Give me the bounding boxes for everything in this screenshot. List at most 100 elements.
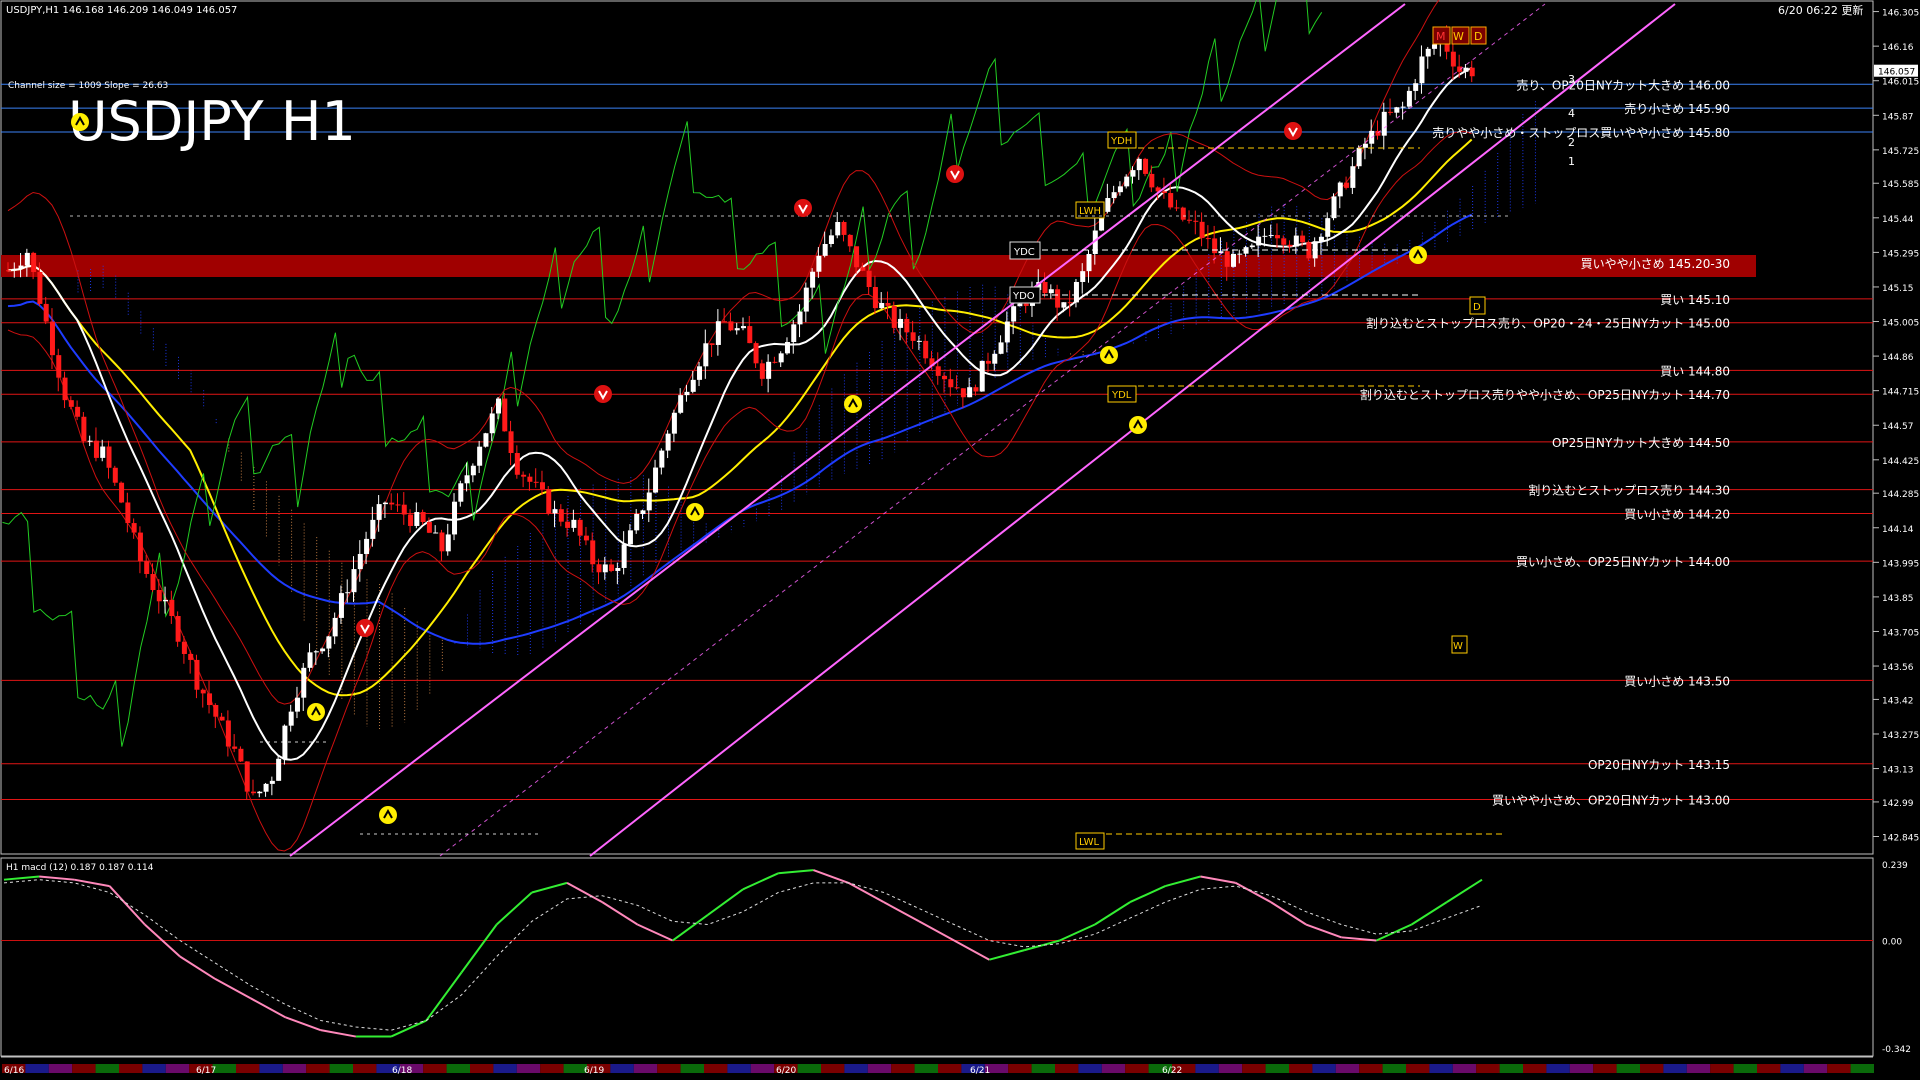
candle-body bbox=[326, 636, 332, 649]
time-segment bbox=[1827, 1064, 1851, 1073]
sell-signal-icon bbox=[1284, 122, 1302, 140]
candle-body bbox=[163, 599, 169, 602]
time-segment bbox=[844, 1064, 868, 1073]
candle-body bbox=[1218, 251, 1224, 254]
candle-body bbox=[734, 328, 740, 331]
macd-panel: H1 macd (12) 0.187 0.187 0.114 0.239 0.00 -… bbox=[1, 861, 1911, 1055]
candle-body bbox=[200, 689, 206, 694]
sma-mid-line bbox=[7, 138, 1473, 697]
candle-body bbox=[219, 716, 225, 721]
time-segment bbox=[727, 1064, 751, 1073]
macd-main-segment bbox=[1270, 901, 1307, 926]
candle-body bbox=[439, 532, 445, 552]
candle-body bbox=[357, 553, 363, 570]
candle-body bbox=[1117, 186, 1123, 193]
candle-body bbox=[772, 361, 778, 363]
date-label: 6/20 bbox=[776, 1066, 796, 1076]
macd-main-segment bbox=[425, 971, 463, 1022]
candle-body bbox=[891, 305, 897, 328]
candle-body bbox=[1149, 173, 1155, 188]
macd-main-segment bbox=[566, 882, 603, 903]
candle-body bbox=[1048, 289, 1054, 294]
candle-body bbox=[703, 343, 709, 367]
candle-body bbox=[1111, 192, 1117, 199]
macd-main-segment bbox=[3, 875, 40, 881]
time-segment bbox=[516, 1064, 541, 1073]
candle-body bbox=[37, 272, 43, 304]
candle-body bbox=[18, 265, 24, 269]
candle-body bbox=[408, 514, 414, 526]
price-axis: 146.305 146.16 146.015 145.87 145.725 145.585… bbox=[1873, 9, 1919, 844]
candle-body bbox=[1325, 218, 1331, 237]
candle-body bbox=[1262, 235, 1268, 237]
time-segment bbox=[165, 1064, 190, 1073]
candle-body bbox=[1231, 253, 1236, 267]
candle-body bbox=[627, 530, 633, 545]
candle-body bbox=[294, 697, 300, 712]
price-tick-label: 145.005 bbox=[1882, 319, 1919, 329]
candle-body bbox=[125, 502, 131, 524]
time-segment bbox=[25, 1064, 49, 1073]
candle-body bbox=[68, 400, 74, 407]
candle-body bbox=[1023, 303, 1029, 306]
candle-body bbox=[1388, 111, 1394, 113]
buy-signal-icon bbox=[379, 806, 397, 824]
time-segment bbox=[1733, 1064, 1757, 1073]
candle-body bbox=[521, 474, 527, 477]
time-segment bbox=[72, 1064, 96, 1073]
candle-body bbox=[866, 270, 872, 288]
candle-body bbox=[496, 398, 501, 414]
macd-main-segment bbox=[707, 888, 744, 916]
candle-body bbox=[276, 758, 282, 781]
candle-body bbox=[338, 593, 344, 618]
macd-main-segment bbox=[320, 1029, 357, 1038]
candle-body bbox=[558, 509, 564, 522]
macd-main-segment bbox=[1376, 923, 1413, 942]
candle-body bbox=[345, 592, 351, 594]
time-segment bbox=[657, 1064, 681, 1073]
candle-body bbox=[860, 267, 866, 271]
macd-main-segment bbox=[108, 885, 146, 926]
price-tick-label: 145.725 bbox=[1882, 147, 1919, 157]
candle-body bbox=[131, 523, 137, 533]
price-tick-label: 144.14 bbox=[1882, 525, 1914, 535]
time-segment bbox=[142, 1064, 166, 1073]
price-tick-label: 143.13 bbox=[1882, 766, 1914, 776]
price-tick-label: 145.585 bbox=[1882, 180, 1919, 190]
sell-signal-icon bbox=[594, 385, 612, 403]
macd-main-segment bbox=[1200, 875, 1236, 884]
candle-body bbox=[960, 388, 966, 398]
time-segment bbox=[1008, 1064, 1032, 1073]
candle-body bbox=[12, 268, 18, 271]
candle-body bbox=[979, 360, 985, 392]
candle-body bbox=[156, 589, 162, 602]
candle-body bbox=[759, 363, 765, 379]
time-segment bbox=[704, 1064, 728, 1073]
time-segment bbox=[540, 1064, 564, 1073]
price-level-label: 買いやや小さめ、OP20日NYカット 143.00 bbox=[1492, 794, 1730, 808]
candle-body bbox=[967, 387, 973, 398]
candle-body bbox=[445, 534, 451, 552]
candle-body bbox=[1337, 182, 1343, 197]
price-tick-label: 146.305 bbox=[1882, 9, 1919, 19]
time-segment bbox=[1546, 1064, 1570, 1073]
candle-body bbox=[986, 360, 991, 364]
candle-body bbox=[539, 482, 545, 490]
candle-body bbox=[502, 398, 508, 432]
candle-body bbox=[137, 532, 143, 562]
candle-body bbox=[1011, 306, 1017, 322]
candle-body bbox=[288, 711, 294, 726]
resistance-band bbox=[1, 255, 1756, 277]
price-tick-label: 144.57 bbox=[1882, 422, 1914, 432]
macd-main-segment bbox=[813, 869, 849, 884]
candle-body bbox=[565, 521, 571, 528]
candle-body bbox=[426, 521, 432, 533]
macd-main-segment bbox=[285, 1016, 322, 1032]
price-tick-label: 143.275 bbox=[1882, 731, 1919, 741]
current-price-label: 146.057 bbox=[1878, 68, 1915, 78]
macd-main-segment bbox=[390, 1019, 427, 1038]
macd-main-segment bbox=[1411, 901, 1448, 926]
price-level-label: 割り込むとストップロス売り 144.30 bbox=[1528, 483, 1730, 498]
time-segment bbox=[914, 1064, 938, 1073]
time-segment bbox=[1429, 1064, 1453, 1073]
